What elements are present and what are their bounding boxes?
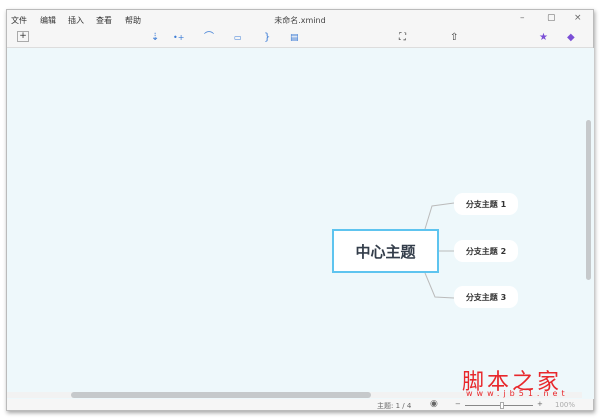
zoom-level[interactable]: 100% — [555, 401, 575, 409]
topic-count: 主题: 1 / 4 — [377, 402, 412, 410]
insert-topic-icon[interactable]: •+ — [173, 31, 184, 45]
zoom-out-button[interactable]: − — [455, 400, 461, 408]
zoom-slider-handle[interactable] — [500, 402, 504, 409]
new-button[interactable]: + — [17, 31, 29, 42]
vertical-scrollbar[interactable] — [586, 120, 591, 280]
boundary-icon[interactable]: ▭ — [234, 31, 242, 45]
zoom-in-button[interactable]: + — [537, 400, 543, 408]
toolbar: + ⇣ •+ ⌒ ▭ } ▤ ⛶ ⇧ ★ ◆ — [7, 28, 593, 48]
insert-subtopic-icon[interactable]: ⇣ — [151, 31, 159, 45]
share-icon[interactable]: ⇧ — [450, 31, 458, 45]
theme-icon[interactable]: ◆ — [567, 31, 575, 45]
relationship-icon[interactable]: ⌒ — [204, 31, 214, 45]
zoom-slider[interactable] — [465, 405, 533, 406]
branch-topic-3[interactable]: 分支主题 3 — [454, 286, 518, 308]
close-button[interactable]: × — [574, 13, 582, 23]
app-window: 文件 编辑 插入 查看 帮助 未命名.xmind – ▢ × + ⇣ •+ ⌒ … — [6, 9, 594, 411]
summary-icon[interactable]: } — [264, 31, 270, 45]
connector-lines — [424, 202, 455, 299]
watermark-url: www.jb51.net — [466, 389, 569, 398]
status-bar: 主题: 1 / 4 ◉ − + 100% — [7, 399, 593, 411]
branch-topic-1[interactable]: 分支主题 1 — [454, 193, 518, 215]
horizontal-scroll-thumb[interactable] — [71, 392, 371, 398]
eye-icon[interactable]: ◉ — [430, 399, 438, 409]
central-topic[interactable]: 中心主题 — [332, 229, 439, 273]
title-bar: 文件 编辑 插入 查看 帮助 未命名.xmind – ▢ × — [7, 10, 593, 28]
maximize-button[interactable]: ▢ — [547, 13, 556, 23]
branch-topic-2[interactable]: 分支主题 2 — [454, 240, 518, 262]
fullscreen-icon[interactable]: ⛶ — [399, 31, 406, 45]
connector-3 — [424, 272, 455, 299]
star-icon[interactable]: ★ — [539, 31, 548, 45]
window-title: 未命名.xmind — [274, 16, 326, 25]
minimize-button[interactable]: – — [520, 13, 525, 23]
mindmap-canvas[interactable]: 中心主题 分支主题 1 分支主题 2 分支主题 3 — [7, 48, 594, 399]
notes-icon[interactable]: ▤ — [290, 31, 299, 45]
connector-1 — [424, 202, 455, 230]
